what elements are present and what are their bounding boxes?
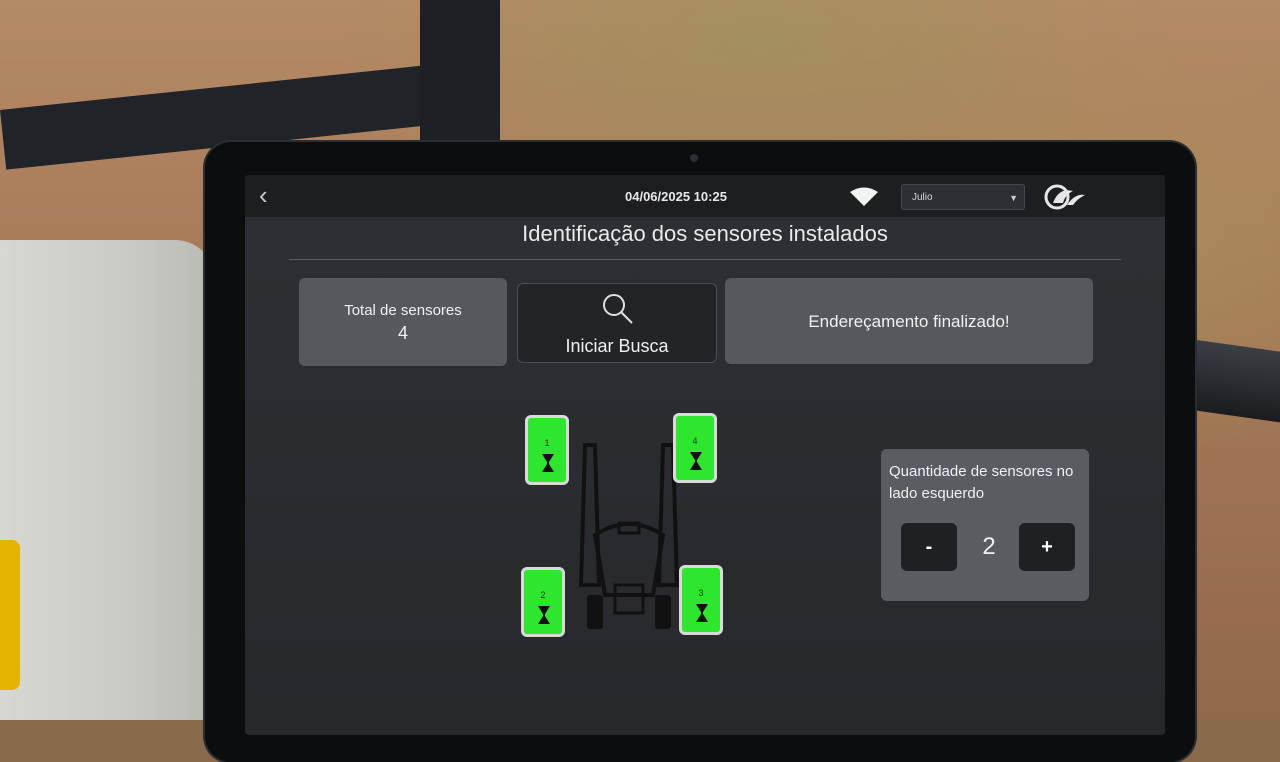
datetime-display: 04/06/2025 10:25 [625,189,727,204]
title-divider [289,259,1121,260]
app-screen: ‹ 04/06/2025 10:25 Julio ▼ Identificação… [245,175,1165,735]
sensor-number: 1 [544,438,550,448]
left-side-quantity-panel: Quantidade de sensores no lado esquerdo … [881,449,1089,601]
sensor-number: 3 [698,588,704,598]
start-search-button[interactable]: Iniciar Busca [517,283,717,363]
nozzle-icon [542,454,554,472]
page-title: Identificação dos sensores instalados [522,221,888,246]
nozzle-icon [538,606,550,624]
sensor-4[interactable]: 4 [673,413,717,483]
total-sensors-value: 4 [397,323,408,343]
sensor-1[interactable]: 1 [525,415,569,485]
sensor-3[interactable]: 3 [679,565,723,635]
warning-sticker [0,540,20,690]
left-side-quantity-value: 2 [982,533,996,560]
wifi-icon [850,187,878,206]
cab-pillar [420,0,500,150]
increase-button[interactable]: + [1019,523,1075,571]
sensor-number: 2 [540,590,546,600]
back-icon[interactable]: ‹ [259,181,268,209]
sensor-2[interactable]: 2 [521,567,565,637]
decrease-button[interactable]: - [901,523,957,571]
sensor-number: 4 [692,436,698,446]
nozzle-icon [690,452,702,470]
status-message: Endereçamento finalizado! [808,312,1010,331]
sprayer-diagram: 1 4 2 3 [515,413,735,655]
status-card: Endereçamento finalizado! [725,278,1093,364]
user-select-value: Julio [912,192,933,203]
brand-logo-icon [1044,184,1085,210]
dropdown-caret-icon: ▼ [1009,193,1018,203]
left-side-quantity-label: Quantidade de sensores no lado esquerdo [889,463,1074,502]
tablet-device: ‹ 04/06/2025 10:25 Julio ▼ Identificação… [205,142,1195,762]
start-search-label: Iniciar Busca [565,336,669,356]
nozzle-icon [696,604,708,622]
cab-interior-panel [0,240,215,720]
camera-icon [690,154,698,162]
sprayer-icon [578,443,680,629]
total-sensors-card: Total de sensores 4 [299,278,507,366]
search-icon [603,294,633,324]
user-select[interactable]: Julio ▼ [901,184,1025,210]
total-sensors-label: Total de sensores [344,302,462,319]
top-bar: ‹ 04/06/2025 10:25 Julio ▼ [245,175,1165,217]
